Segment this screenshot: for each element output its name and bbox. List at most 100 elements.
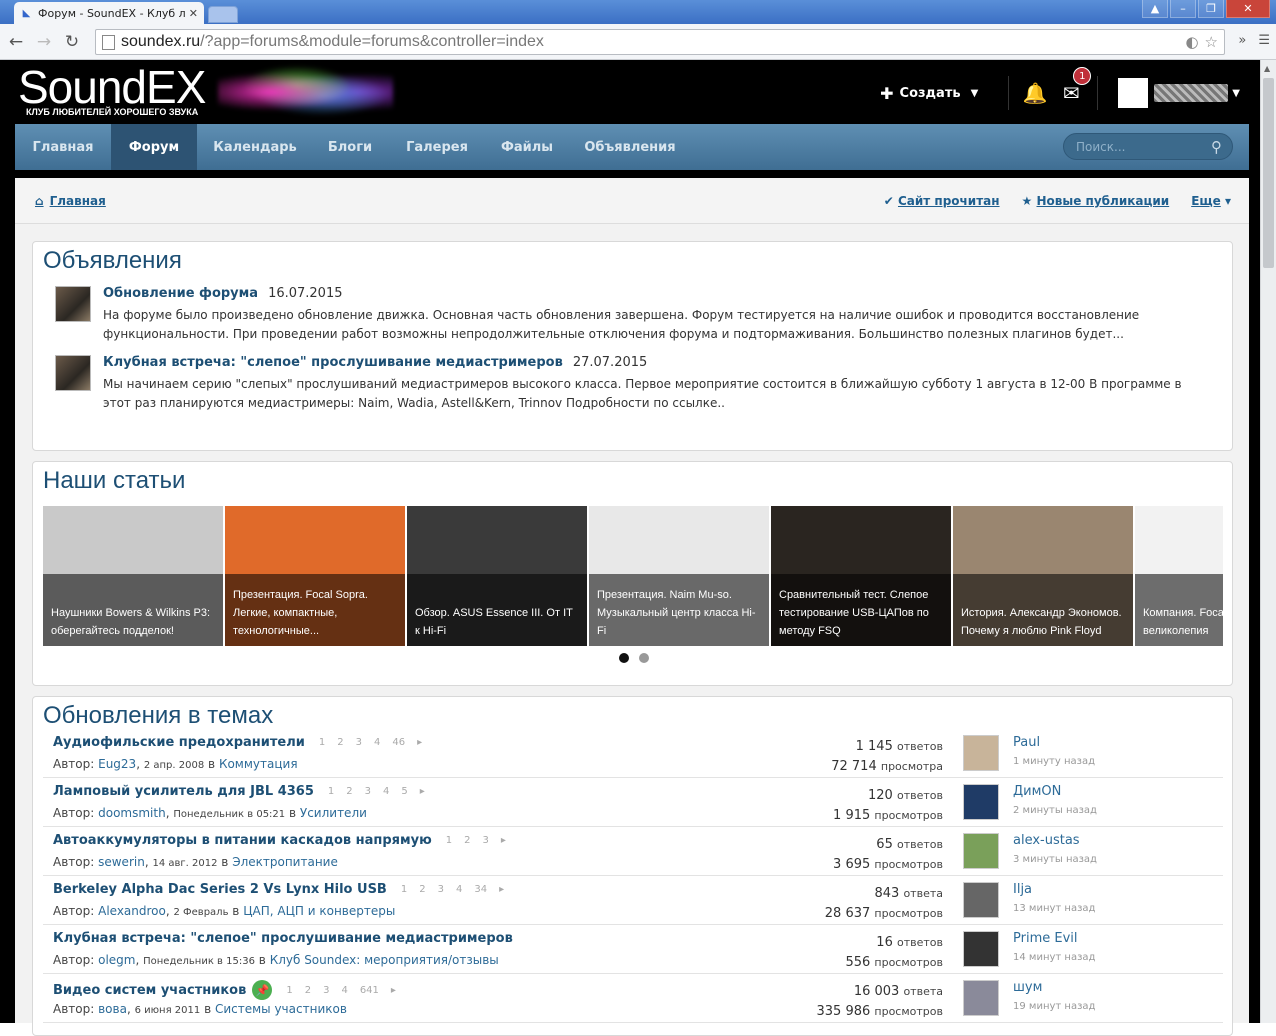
user-menu-caret-icon[interactable]: ▼ <box>1232 88 1240 99</box>
article-slide[interactable]: Компания. Focal в фокусе великолепия <box>1135 506 1223 646</box>
last-poster-link[interactable]: Prime Evil <box>1013 931 1078 946</box>
close-tab-icon[interactable]: ✕ <box>189 7 198 20</box>
pages-arrow-icon[interactable]: ▸ <box>420 786 425 797</box>
topic-title-link[interactable]: Аудиофильские предохранители <box>53 735 305 750</box>
new-posts-link[interactable]: ★ Новые публикации <box>1022 194 1170 208</box>
notifications-bell-icon[interactable]: 🔔 <box>1017 81 1053 105</box>
nav-item-gallery[interactable]: Галерея <box>387 124 487 170</box>
url-field[interactable]: soundex.ru/?app=forums&module=forums&con… <box>95 29 1225 55</box>
topic-title-link[interactable]: Видео систем участников <box>53 983 246 998</box>
author-link[interactable]: Eug23 <box>98 757 136 771</box>
breadcrumb-home[interactable]: ⌂ Главная <box>35 194 106 208</box>
author-link[interactable]: doomsmith <box>98 806 166 820</box>
nav-item-ads[interactable]: Объявления <box>567 124 693 170</box>
scrollbar[interactable]: ▲ <box>1260 60 1276 1023</box>
page-link[interactable]: 1 <box>286 985 292 996</box>
nav-item-blogs[interactable]: Блоги <box>313 124 387 170</box>
author-link[interactable]: вова <box>98 1002 127 1016</box>
author-link[interactable]: sewerin <box>98 855 145 869</box>
minimize-icon[interactable]: – <box>1170 0 1196 18</box>
new-tab-button[interactable] <box>208 6 238 23</box>
username-obscured[interactable] <box>1154 84 1229 102</box>
page-link[interactable]: 1 <box>328 786 334 797</box>
page-link[interactable]: 4 <box>341 985 347 996</box>
scroll-up-icon[interactable]: ▲ <box>1264 64 1270 73</box>
forum-link[interactable]: ЦАП, АЦП и конвертеры <box>243 904 395 918</box>
back-arrow-icon[interactable]: ← <box>4 30 28 54</box>
page-link[interactable]: 34 <box>474 884 487 895</box>
pages-arrow-icon[interactable]: ▸ <box>499 884 504 895</box>
page-link[interactable]: 1 <box>401 884 407 895</box>
announcement-title-link[interactable]: Клубная встреча: "слепое" прослушивание … <box>103 355 563 370</box>
page-link[interactable]: 5 <box>401 786 407 797</box>
article-slide[interactable]: Обзор. ASUS Essence III. От IT к Hi-Fi <box>407 506 587 646</box>
article-slide[interactable]: Презентация. Focal Sopra. Легкие, компак… <box>225 506 405 646</box>
close-window-icon[interactable]: ✕ <box>1226 0 1270 18</box>
topic-title-link[interactable]: Автоаккумуляторы в питании каскадов напр… <box>53 833 432 848</box>
page-link[interactable]: 2 <box>346 786 352 797</box>
reload-icon[interactable]: ↻ <box>60 30 84 54</box>
page-link[interactable]: 2 <box>305 985 311 996</box>
last-poster-avatar[interactable] <box>963 980 999 1016</box>
article-slide[interactable]: История. Александр Экономов. Почему я лю… <box>953 506 1133 646</box>
page-link[interactable]: 2 <box>337 737 343 748</box>
topic-title-link[interactable]: Berkeley Alpha Dac Series 2 Vs Lynx Hilo… <box>53 882 387 897</box>
create-button[interactable]: ✚ Создать ▼ <box>880 84 978 103</box>
page-link[interactable]: 2 <box>464 835 470 846</box>
mark-site-read-link[interactable]: ✔ Сайт прочитан <box>884 194 1000 208</box>
forum-link[interactable]: Системы участников <box>215 1002 347 1016</box>
page-link[interactable]: 3 <box>323 985 329 996</box>
last-poster-link[interactable]: ДимON <box>1013 784 1061 799</box>
maximize-icon[interactable]: ❐ <box>1198 0 1224 18</box>
browser-tab[interactable]: ◣ Форум - SoundEX - Клуб лю ✕ <box>14 2 204 24</box>
topic-title-link[interactable]: Клубная встреча: "слепое" прослушивание … <box>53 931 513 946</box>
page-link[interactable]: 2 <box>419 884 425 895</box>
carousel-dot[interactable] <box>639 653 649 663</box>
last-poster-link[interactable]: Paul <box>1013 735 1040 750</box>
user-avatar[interactable] <box>1118 78 1149 108</box>
nav-item-forum[interactable]: Форум <box>111 124 197 170</box>
article-slide[interactable]: Наушники Bowers & Wilkins P3: оберегайте… <box>43 506 223 646</box>
page-link[interactable]: 46 <box>392 737 405 748</box>
forum-link[interactable]: Коммутация <box>219 757 298 771</box>
last-poster-avatar[interactable] <box>963 882 999 918</box>
forum-link[interactable]: Электропитание <box>232 855 338 869</box>
nav-item-calendar[interactable]: Календарь <box>197 124 313 170</box>
page-link[interactable]: 4 <box>383 786 389 797</box>
page-link[interactable]: 4 <box>456 884 462 895</box>
nav-item-home[interactable]: Главная <box>15 124 111 170</box>
page-link[interactable]: 1 <box>319 737 325 748</box>
bookmark-star-icon[interactable]: ☆ <box>1205 33 1218 51</box>
page-link[interactable]: 3 <box>365 786 371 797</box>
messages-envelope-icon[interactable]: ✉ 1 <box>1053 67 1092 105</box>
article-slide[interactable]: Сравнительный тест. Слепое тестирование … <box>771 506 951 646</box>
search-icon[interactable]: ⚲ <box>1211 138 1222 156</box>
page-link[interactable]: 3 <box>356 737 362 748</box>
carousel-dot[interactable] <box>619 653 629 663</box>
menu-icon[interactable]: ☰ <box>1258 33 1270 48</box>
author-avatar[interactable] <box>55 355 91 391</box>
last-poster-avatar[interactable] <box>963 784 999 820</box>
user-icon[interactable]: ▲ <box>1142 0 1168 18</box>
pages-arrow-icon[interactable]: ▸ <box>417 737 422 748</box>
pages-arrow-icon[interactable]: ▸ <box>501 835 506 846</box>
author-link[interactable]: olegm <box>98 953 135 967</box>
page-link[interactable]: 3 <box>483 835 489 846</box>
article-slide[interactable]: Презентация. Naim Mu-so. Музыкальный цен… <box>589 506 769 646</box>
author-avatar[interactable] <box>55 286 91 322</box>
nav-item-files[interactable]: Файлы <box>487 124 567 170</box>
last-poster-avatar[interactable] <box>963 735 999 771</box>
forum-link[interactable]: Клуб Soundex: мероприятия/отзывы <box>270 953 499 967</box>
pages-arrow-icon[interactable]: ▸ <box>391 985 396 996</box>
announcement-title-link[interactable]: Обновление форума <box>103 286 258 301</box>
last-poster-avatar[interactable] <box>963 931 999 967</box>
page-link[interactable]: 3 <box>438 884 444 895</box>
page-link[interactable]: 1 <box>446 835 452 846</box>
last-poster-link[interactable]: шум <box>1013 980 1042 995</box>
forum-link[interactable]: Усилители <box>300 806 367 820</box>
topic-title-link[interactable]: Ламповый усилитель для JBL 4365 <box>53 784 314 799</box>
last-poster-link[interactable]: Ilja <box>1013 882 1032 897</box>
more-menu-link[interactable]: Еще ▾ <box>1191 194 1231 208</box>
extension-icon[interactable]: ◐ <box>1185 33 1198 51</box>
last-poster-avatar[interactable] <box>963 833 999 869</box>
